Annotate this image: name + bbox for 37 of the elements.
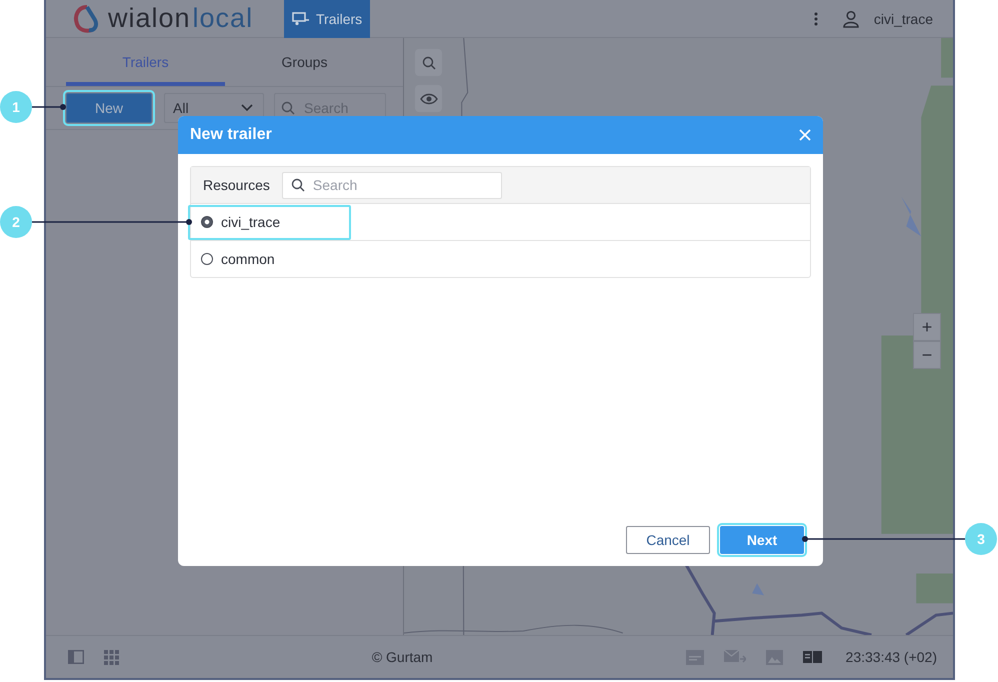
- copyright: © Gurtam: [372, 649, 433, 665]
- callout-number: 3: [965, 523, 997, 555]
- panel-toggle-icon[interactable]: [68, 650, 84, 664]
- search-icon: [290, 178, 305, 192]
- next-button[interactable]: Next: [720, 526, 804, 554]
- user-name[interactable]: civi_trace: [874, 10, 933, 26]
- zoom-button[interactable]: +: [913, 313, 941, 341]
- panel-tab[interactable]: Groups: [225, 38, 384, 86]
- zoom-button[interactable]: −: [913, 341, 941, 369]
- visibility-button[interactable]: [415, 85, 442, 112]
- new-button[interactable]: New: [66, 93, 152, 123]
- search-icon: [422, 56, 436, 70]
- radio-button[interactable]: [201, 253, 213, 265]
- trailer-icon: [292, 12, 310, 26]
- dialog-title: New trailer: [190, 126, 272, 144]
- resource-name[interactable]: civi_trace: [221, 214, 280, 230]
- layout-icon[interactable]: [802, 651, 822, 663]
- grid-icon[interactable]: [104, 650, 119, 664]
- search-button[interactable]: [415, 49, 442, 76]
- nav-tab[interactable]: Trailers: [284, 0, 370, 38]
- logo[interactable]: wialon local: [72, 3, 284, 34]
- chevron-icon: [241, 104, 253, 112]
- logo-text: wialon: [108, 3, 191, 34]
- clock: 23:33:43 (+02): [846, 649, 938, 665]
- eye-icon: [420, 92, 438, 104]
- search-icon: [281, 101, 295, 115]
- callout-number: 1: [0, 91, 32, 123]
- logo-text: local: [192, 3, 254, 34]
- more-icon[interactable]: [814, 12, 818, 26]
- resource-name[interactable]: common: [221, 251, 275, 267]
- radio-button[interactable]: [201, 216, 213, 228]
- cancel-button[interactable]: Cancel: [626, 526, 710, 554]
- leader-line: [32, 104, 66, 110]
- column-label: Resources: [203, 177, 270, 193]
- user-icon[interactable]: [842, 10, 860, 28]
- close-icon[interactable]: [799, 129, 811, 141]
- callout-number: 2: [0, 206, 32, 238]
